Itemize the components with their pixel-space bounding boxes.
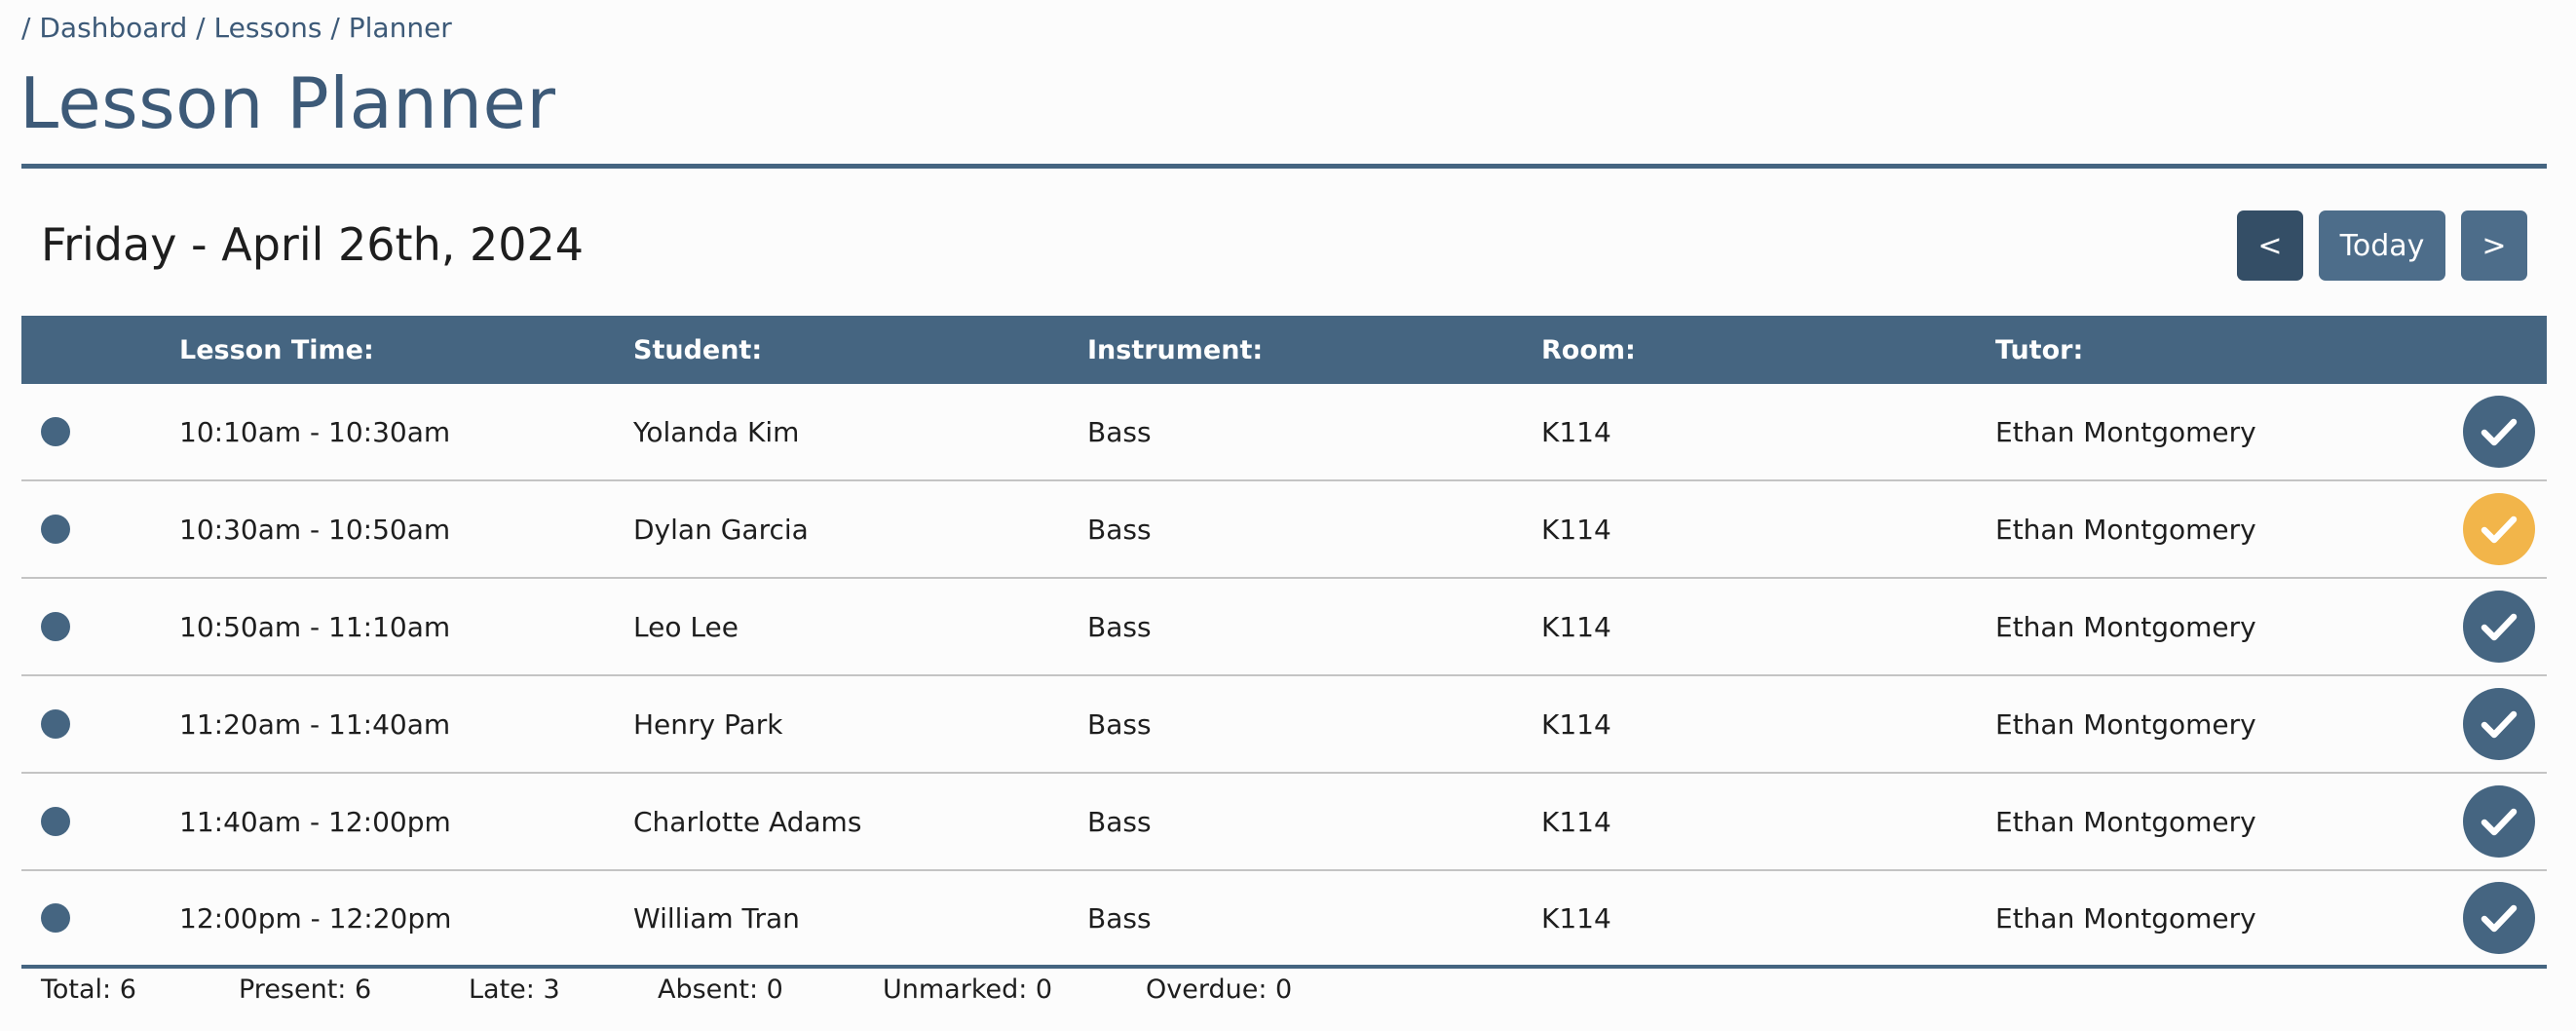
breadcrumb-sep: / xyxy=(330,12,340,44)
cell-status xyxy=(2449,396,2547,468)
cell-instrument: Bass xyxy=(1087,610,1152,643)
cell-tutor: Ethan Montgomery xyxy=(1995,415,2256,448)
table-row[interactable]: 10:50am - 11:10am Leo Lee Bass K114 Ethan Mo… xyxy=(21,579,2547,676)
check-icon[interactable] xyxy=(2463,785,2535,858)
cell-tutor: Ethan Montgomery xyxy=(1995,610,2256,643)
cell-room: K114 xyxy=(1541,610,1611,643)
dot-icon xyxy=(41,903,70,933)
row-marker-cell xyxy=(21,515,179,544)
summary-absent: Absent: 0 xyxy=(658,974,783,1005)
check-icon[interactable] xyxy=(2463,396,2535,468)
lesson-planner-page: / Dashboard / Lessons / Planner Lesson P… xyxy=(0,0,2576,1031)
cell-status xyxy=(2449,882,2547,954)
check-icon[interactable] xyxy=(2463,493,2535,565)
cell-tutor: Ethan Montgomery xyxy=(1995,513,2256,546)
today-button[interactable]: Today xyxy=(2319,210,2445,281)
cell-room: K114 xyxy=(1541,415,1611,448)
table-header: Lesson Time: Student: Instrument: Room: … xyxy=(21,316,2547,384)
cell-student: Yolanda Kim xyxy=(633,415,800,448)
cell-instrument: Bass xyxy=(1087,805,1152,838)
summary-late: Late: 3 xyxy=(469,974,560,1005)
cell-student: Henry Park xyxy=(633,707,783,741)
breadcrumb: / Dashboard / Lessons / Planner xyxy=(21,12,452,44)
row-marker-cell xyxy=(21,903,179,933)
row-marker-cell xyxy=(21,612,179,641)
cell-student: William Tran xyxy=(633,901,800,935)
header-instrument: Instrument: xyxy=(1087,334,1264,365)
lessons-table: Lesson Time: Student: Instrument: Room: … xyxy=(21,316,2547,969)
date-heading: Friday - April 26th, 2024 xyxy=(41,218,585,271)
check-icon[interactable] xyxy=(2463,688,2535,760)
header-tutor: Tutor: xyxy=(1995,334,2084,365)
breadcrumb-item-dashboard[interactable]: Dashboard xyxy=(39,12,187,44)
dot-icon xyxy=(41,612,70,641)
cell-status xyxy=(2449,493,2547,565)
cell-student: Leo Lee xyxy=(633,610,739,643)
cell-lesson-time: 11:20am - 11:40am xyxy=(179,707,451,741)
cell-lesson-time: 10:10am - 10:30am xyxy=(179,415,451,448)
table-row[interactable]: 10:10am - 10:30am Yolanda Kim Bass K114 Etha… xyxy=(21,384,2547,481)
check-icon[interactable] xyxy=(2463,882,2535,954)
previous-day-button[interactable]: < xyxy=(2237,210,2303,281)
next-day-button[interactable]: > xyxy=(2461,210,2527,281)
cell-room: K114 xyxy=(1541,901,1611,935)
cell-instrument: Bass xyxy=(1087,901,1152,935)
cell-lesson-time: 10:30am - 10:50am xyxy=(179,513,451,546)
cell-tutor: Ethan Montgomery xyxy=(1995,707,2256,741)
dot-icon xyxy=(41,417,70,446)
attendance-summary: Total: 6 Present: 6 Late: 3 Absent: 0 Un… xyxy=(41,974,1341,1005)
cell-instrument: Bass xyxy=(1087,513,1152,546)
cell-tutor: Ethan Montgomery xyxy=(1995,901,2256,935)
cell-lesson-time: 10:50am - 11:10am xyxy=(179,610,451,643)
dot-icon xyxy=(41,807,70,836)
summary-overdue: Overdue: 0 xyxy=(1146,974,1293,1005)
cell-lesson-time: 12:00pm - 12:20pm xyxy=(179,901,452,935)
table-row[interactable]: 12:00pm - 12:20pm William Tran Bass K114 Eth… xyxy=(21,871,2547,969)
breadcrumb-item-planner[interactable]: Planner xyxy=(349,12,452,44)
row-marker-cell xyxy=(21,709,179,739)
summary-unmarked: Unmarked: 0 xyxy=(883,974,1053,1005)
summary-present: Present: 6 xyxy=(239,974,372,1005)
cell-student: Dylan Garcia xyxy=(633,513,809,546)
header-student: Student: xyxy=(633,334,763,365)
cell-student: Charlotte Adams xyxy=(633,805,862,838)
cell-tutor: Ethan Montgomery xyxy=(1995,805,2256,838)
check-icon[interactable] xyxy=(2463,591,2535,663)
table-row[interactable]: 11:20am - 11:40am Henry Park Bass K114 Ethan… xyxy=(21,676,2547,774)
cell-instrument: Bass xyxy=(1087,707,1152,741)
cell-status xyxy=(2449,688,2547,760)
table-body: 10:10am - 10:30am Yolanda Kim Bass K114 Etha… xyxy=(21,384,2547,969)
cell-room: K114 xyxy=(1541,707,1611,741)
dot-icon xyxy=(41,709,70,739)
breadcrumb-sep: / xyxy=(21,12,31,44)
cell-lesson-time: 11:40am - 12:00pm xyxy=(179,805,451,838)
date-navigation: < Today > xyxy=(2237,210,2527,281)
cell-room: K114 xyxy=(1541,805,1611,838)
summary-total: Total: 6 xyxy=(41,974,136,1005)
row-marker-cell xyxy=(21,807,179,836)
breadcrumb-item-lessons[interactable]: Lessons xyxy=(214,12,322,44)
header-room: Room: xyxy=(1541,334,1636,365)
cell-instrument: Bass xyxy=(1087,415,1152,448)
row-marker-cell xyxy=(21,417,179,446)
dot-icon xyxy=(41,515,70,544)
title-divider xyxy=(21,164,2547,169)
cell-status xyxy=(2449,785,2547,858)
breadcrumb-sep: / xyxy=(196,12,206,44)
cell-room: K114 xyxy=(1541,513,1611,546)
page-title: Lesson Planner xyxy=(19,62,556,144)
cell-status xyxy=(2449,591,2547,663)
table-row[interactable]: 10:30am - 10:50am Dylan Garcia Bass K114 Eth… xyxy=(21,481,2547,579)
table-row[interactable]: 11:40am - 12:00pm Charlotte Adams Bass K114… xyxy=(21,774,2547,871)
header-lesson-time: Lesson Time: xyxy=(179,334,374,365)
